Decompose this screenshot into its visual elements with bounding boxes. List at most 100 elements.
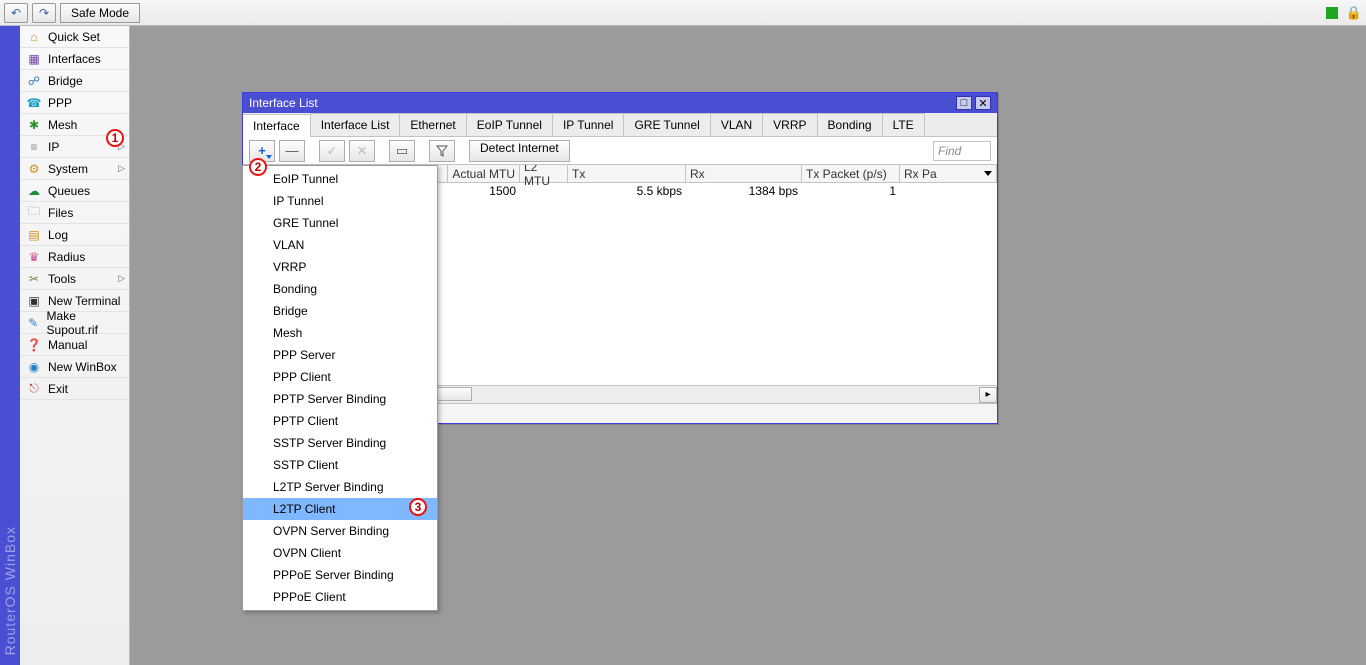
sidebar-item-label: Files — [48, 206, 73, 220]
menu-item-sstp-server-binding[interactable]: SSTP Server Binding — [243, 432, 437, 454]
undo-icon: ↶ — [11, 6, 21, 20]
window-titlebar[interactable]: Interface List □ ✕ — [243, 93, 997, 113]
sidebar-item-new-winbox[interactable]: ◉New WinBox — [20, 356, 129, 378]
sidebar-item-label: Queues — [48, 184, 90, 198]
menu-item-bridge[interactable]: Bridge — [243, 300, 437, 322]
sidebar-item-label: Mesh — [48, 118, 77, 132]
scroll-right-button[interactable]: ▸ — [979, 387, 997, 403]
detect-internet-button[interactable]: Detect Internet — [469, 140, 570, 162]
tab-interface-list[interactable]: Interface List — [310, 113, 401, 136]
tab-strip: InterfaceInterface ListEthernetEoIP Tunn… — [243, 113, 997, 137]
cell-tx: 5.5 kbps — [568, 183, 686, 199]
app-title: RouterOS WinBox — [2, 526, 18, 655]
tab-ip-tunnel[interactable]: IP Tunnel — [552, 113, 624, 136]
sidebar-item-label: Tools — [48, 272, 76, 286]
sidebar-item-ppp[interactable]: ☎PPP — [20, 92, 129, 114]
cell-l2 — [520, 183, 568, 199]
submenu-arrow-icon: ▷ — [118, 163, 125, 174]
menu-item-ovpn-client[interactable]: OVPN Client — [243, 542, 437, 564]
sidebar-item-quickset[interactable]: ⌂Quick Set — [20, 26, 129, 48]
safe-mode-button[interactable]: Safe Mode — [60, 3, 140, 23]
col-l2-mtu[interactable]: L2 MTU — [520, 165, 568, 182]
sidebar-item-label: New WinBox — [48, 360, 117, 374]
sidebar-item-interfaces-icon: ▦ — [26, 51, 42, 67]
tab-vlan[interactable]: VLAN — [710, 113, 763, 136]
sidebar-item-exit-icon: ⎋ — [26, 381, 42, 397]
col-actual-mtu[interactable]: Actual MTU — [448, 165, 520, 182]
tab-vrrp[interactable]: VRRP — [762, 113, 817, 136]
window-maximize-button[interactable]: □ — [956, 96, 972, 110]
sidebar-item-system[interactable]: ⚙ System ▷ — [20, 158, 129, 180]
disable-button[interactable]: ✕ — [349, 140, 375, 162]
find-input[interactable]: Find — [933, 141, 991, 161]
comment-button[interactable]: ▭ — [389, 140, 415, 162]
sidebar-item-bridge[interactable]: ☍ Bridge — [20, 70, 129, 92]
tab-ethernet[interactable]: Ethernet — [399, 113, 466, 136]
lock-icon: 🔒 — [1346, 5, 1362, 21]
sidebar-item-radius-icon: ♛ — [26, 249, 42, 265]
tab-lte[interactable]: LTE — [882, 113, 925, 136]
tab-gre-tunnel[interactable]: GRE Tunnel — [623, 113, 710, 136]
add-interface-dropdown: EoIP TunnelIP TunnelGRE TunnelVLANVRRPBo… — [242, 165, 438, 611]
sidebar-item-queues[interactable]: ☁Queues — [20, 180, 129, 202]
sidebar-item-label: Interfaces — [48, 52, 101, 66]
sidebar-item-make-supout[interactable]: ✎Make Supout.rif — [20, 312, 129, 334]
sidebar-item-ppp-icon: ☎ — [26, 95, 42, 111]
tab-bonding[interactable]: Bonding — [817, 113, 883, 136]
sidebar: ⌂Quick Set▦Interfaces☍Bridge☎PPP✱Mesh≡IP… — [20, 26, 130, 665]
menu-item-pptp-server-binding[interactable]: PPTP Server Binding — [243, 388, 437, 410]
annotation-2: 2 — [249, 158, 267, 176]
menu-item-gre-tunnel[interactable]: GRE Tunnel — [243, 212, 437, 234]
menu-item-ppp-client[interactable]: PPP Client — [243, 366, 437, 388]
menu-item-pptp-client[interactable]: PPTP Client — [243, 410, 437, 432]
menu-item-bonding[interactable]: Bonding — [243, 278, 437, 300]
sidebar-item-label: Bridge — [48, 74, 83, 88]
sidebar-item-interfaces[interactable]: ▦ Interfaces — [20, 48, 129, 70]
enable-button[interactable]: ✓ — [319, 140, 345, 162]
col-tx-packet[interactable]: Tx Packet (p/s) — [802, 165, 900, 182]
sidebar-item-manual-icon: ❓ — [26, 337, 42, 353]
col-tx[interactable]: Tx — [568, 165, 686, 182]
sidebar-item-manual[interactable]: ❓Manual — [20, 334, 129, 356]
redo-button[interactable]: ↷ — [32, 3, 56, 23]
menu-item-eoip-tunnel[interactable]: EoIP Tunnel — [243, 168, 437, 190]
filter-button[interactable] — [429, 140, 455, 162]
cell-mtu: 1500 — [448, 183, 520, 199]
redo-icon: ↷ — [39, 6, 49, 20]
sidebar-item-ip-icon: ≡ — [26, 139, 42, 155]
menu-item-vrrp[interactable]: VRRP — [243, 256, 437, 278]
remove-button[interactable]: — — [279, 140, 305, 162]
sidebar-item-files[interactable]: 🗀 Files — [20, 202, 129, 224]
tab-eoip-tunnel[interactable]: EoIP Tunnel — [466, 113, 553, 136]
menu-item-l2tp-server-binding[interactable]: L2TP Server Binding — [243, 476, 437, 498]
tab-interface[interactable]: Interface — [243, 114, 311, 137]
sidebar-item-bridge-icon: ☍ — [26, 73, 42, 89]
sidebar-item-files-icon: 🗀 — [26, 205, 42, 221]
sidebar-item-radius[interactable]: ♛Radius — [20, 246, 129, 268]
undo-button[interactable]: ↶ — [4, 3, 28, 23]
col-rx-packet[interactable]: Rx Pa — [900, 165, 997, 182]
cell-txp: 1 — [802, 183, 900, 199]
sidebar-item-log[interactable]: ▤Log — [20, 224, 129, 246]
sidebar-item-label: Log — [48, 228, 68, 242]
menu-item-pppoe-client[interactable]: PPPoE Client — [243, 586, 437, 608]
menu-item-vlan[interactable]: VLAN — [243, 234, 437, 256]
sidebar-item-new-terminal-icon: ▣ — [26, 293, 42, 309]
menu-item-ppp-server[interactable]: PPP Server — [243, 344, 437, 366]
col-rx[interactable]: Rx — [686, 165, 802, 182]
sidebar-item-label: Quick Set — [48, 30, 100, 44]
sidebar-item-system-icon: ⚙ — [26, 161, 42, 177]
menu-item-pppoe-server-binding[interactable]: PPPoE Server Binding — [243, 564, 437, 586]
sidebar-item-label: System — [48, 162, 88, 176]
sidebar-item-exit[interactable]: ⎋Exit — [20, 378, 129, 400]
sidebar-item-tools[interactable]: ✂Tools▷ — [20, 268, 129, 290]
menu-item-ovpn-server-binding[interactable]: OVPN Server Binding — [243, 520, 437, 542]
sidebar-item-make-supout-icon: ✎ — [26, 315, 41, 331]
sidebar-item-label: New Terminal — [48, 294, 120, 308]
window-close-button[interactable]: ✕ — [975, 96, 991, 110]
menu-item-mesh[interactable]: Mesh — [243, 322, 437, 344]
menu-item-sstp-client[interactable]: SSTP Client — [243, 454, 437, 476]
menu-item-ip-tunnel[interactable]: IP Tunnel — [243, 190, 437, 212]
menu-item-l2tp-client[interactable]: L2TP Client — [243, 498, 437, 520]
submenu-arrow-icon: ▷ — [118, 273, 125, 284]
